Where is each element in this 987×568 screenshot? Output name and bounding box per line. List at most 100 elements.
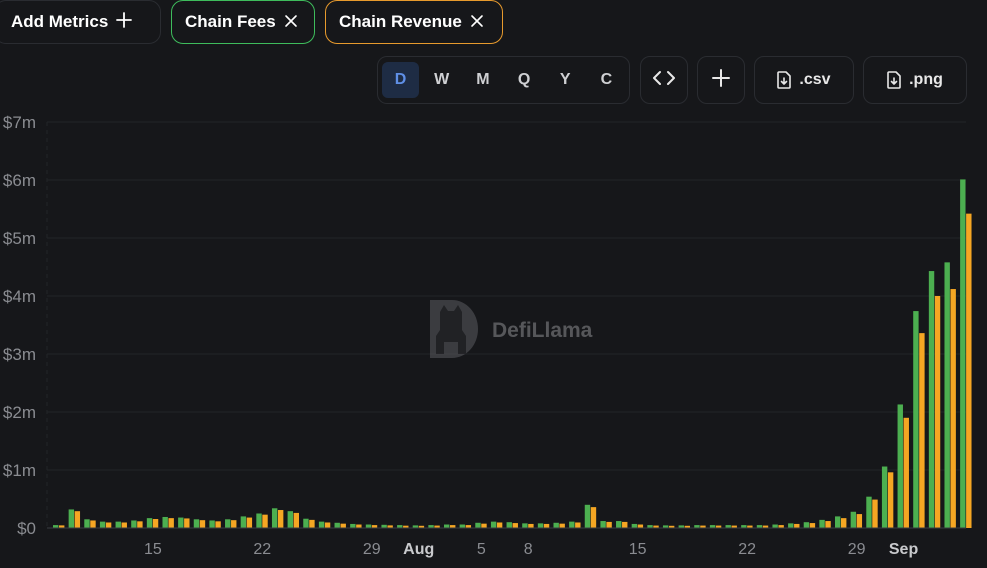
bar-chain-revenue[interactable] [903,417,909,528]
bar-chain-revenue[interactable] [637,524,644,528]
bar-chain-fees[interactable] [162,516,168,528]
bar-chain-fees[interactable] [788,523,794,528]
y-tick-label: $3m [3,345,36,364]
bar-chain-fees[interactable] [866,496,872,528]
bar-chain-revenue[interactable] [246,517,253,528]
bar-chain-revenue[interactable] [137,521,143,528]
bar-chain-fees[interactable] [553,522,559,528]
bar-chain-fees[interactable] [772,524,778,528]
bar-chain-fees[interactable] [209,520,215,528]
bar-chain-fees[interactable] [350,523,356,528]
bar-chain-revenue[interactable] [340,523,346,528]
bar-chain-fees[interactable] [444,524,450,528]
bar-chain-revenue[interactable] [105,522,112,528]
bar-chain-fees[interactable] [490,521,497,528]
bar-chain-revenue[interactable] [168,518,174,528]
bar-chain-revenue[interactable] [528,523,534,528]
bar-chain-fees[interactable] [897,404,903,528]
bar-chain-revenue[interactable] [872,499,878,528]
x-tick-label: 15 [629,541,647,558]
bar-chain-revenue[interactable] [512,523,518,528]
bar-chain-revenue[interactable] [215,521,221,528]
bar-chain-fees[interactable] [131,520,137,528]
bar-chain-revenue[interactable] [575,522,581,528]
y-tick-label: $0 [17,519,36,538]
bar-chain-fees[interactable] [803,522,810,528]
bar-chain-fees[interactable] [928,271,935,528]
bar-chain-revenue[interactable] [543,523,550,528]
bar-chain-fees[interactable] [522,523,528,528]
bar-chain-fees[interactable] [881,466,888,528]
x-tick-label: 29 [848,541,866,558]
bar-chain-fees[interactable] [600,521,606,528]
bar-chain-fees[interactable] [287,511,293,528]
bar-chart: $0 $1m $2m $3m $4m $5m $6m $7m DefiLlama 15 22 29… [3,113,972,558]
bar-chain-revenue[interactable] [825,521,831,528]
bar-chain-fees[interactable] [365,524,372,528]
bar-chain-fees[interactable] [271,508,278,528]
y-tick-label: $1m [3,461,36,480]
bar-chain-revenue[interactable] [496,522,503,528]
bar-chain-fees[interactable] [193,519,200,528]
bar-chain-fees[interactable] [850,511,857,528]
bar-chain-revenue[interactable] [809,523,816,528]
bar-chain-revenue[interactable] [293,512,299,528]
bar-chain-fees[interactable] [146,518,153,528]
bar-chain-fees[interactable] [84,519,90,528]
bar-chain-fees[interactable] [459,524,466,528]
bar-chain-revenue[interactable] [919,333,925,528]
bar-chain-fees[interactable] [819,519,825,528]
bar-chain-fees[interactable] [913,311,919,528]
bar-chain-fees[interactable] [569,521,575,528]
bar-chain-fees[interactable] [318,521,325,528]
bar-chain-revenue[interactable] [856,514,863,528]
bar-chain-fees[interactable] [944,262,950,528]
bar-chain-fees[interactable] [115,521,121,528]
bar-chain-fees[interactable] [240,516,247,528]
bar-chain-fees[interactable] [256,513,262,529]
bar-chain-fees[interactable] [475,522,481,528]
bar-chain-revenue[interactable] [184,518,190,528]
bar-chain-fees[interactable] [178,517,184,528]
bar-chain-fees[interactable] [334,522,340,528]
bar-chain-revenue[interactable] [74,511,81,528]
x-tick-label: 15 [144,541,162,558]
bar-chain-revenue[interactable] [590,507,597,528]
bar-chain-fees[interactable] [537,523,544,528]
x-tick-label: 8 [524,541,533,558]
bar-chain-revenue[interactable] [841,518,847,528]
bar-chain-revenue[interactable] [262,514,268,528]
bar-chain-revenue[interactable] [324,522,331,528]
bar-chain-revenue[interactable] [231,520,237,528]
bar-chain-fees[interactable] [584,504,591,528]
bar-chain-fees[interactable] [631,523,638,528]
bar-chain-revenue[interactable] [152,519,159,528]
bar-chain-fees[interactable] [960,179,966,529]
bar-chain-fees[interactable] [835,516,841,528]
bar-chain-revenue[interactable] [481,523,487,528]
bar-chain-fees[interactable] [225,519,231,528]
bar-chain-revenue[interactable] [950,289,956,528]
bar-chain-revenue[interactable] [309,519,315,528]
bar-chain-revenue[interactable] [277,510,284,528]
bar-chain-revenue[interactable] [622,521,628,528]
bar-chain-revenue[interactable] [606,521,612,528]
bar-chain-revenue[interactable] [966,213,972,528]
bar-chain-revenue[interactable] [794,523,800,528]
bar-chain-revenue[interactable] [90,520,96,528]
bar-chain-fees[interactable] [303,518,309,528]
x-axis-ticks: 15 22 29 Aug 5 8 15 22 29 Sep [144,541,919,558]
x-tick-label: 29 [363,541,381,558]
bar-chain-fees[interactable] [616,521,622,528]
bar-chain-fees[interactable] [68,509,75,528]
bar-chain-fees[interactable] [99,521,106,528]
bar-chain-revenue[interactable] [887,472,894,528]
y-tick-label: $6m [3,171,36,190]
y-tick-label: $5m [3,229,36,248]
bar-chain-revenue[interactable] [934,296,941,528]
bar-chain-revenue[interactable] [199,520,206,528]
bar-chain-revenue[interactable] [121,522,127,528]
bar-chain-fees[interactable] [506,522,512,528]
bar-chain-revenue[interactable] [356,524,362,528]
bar-chain-revenue[interactable] [559,523,565,528]
